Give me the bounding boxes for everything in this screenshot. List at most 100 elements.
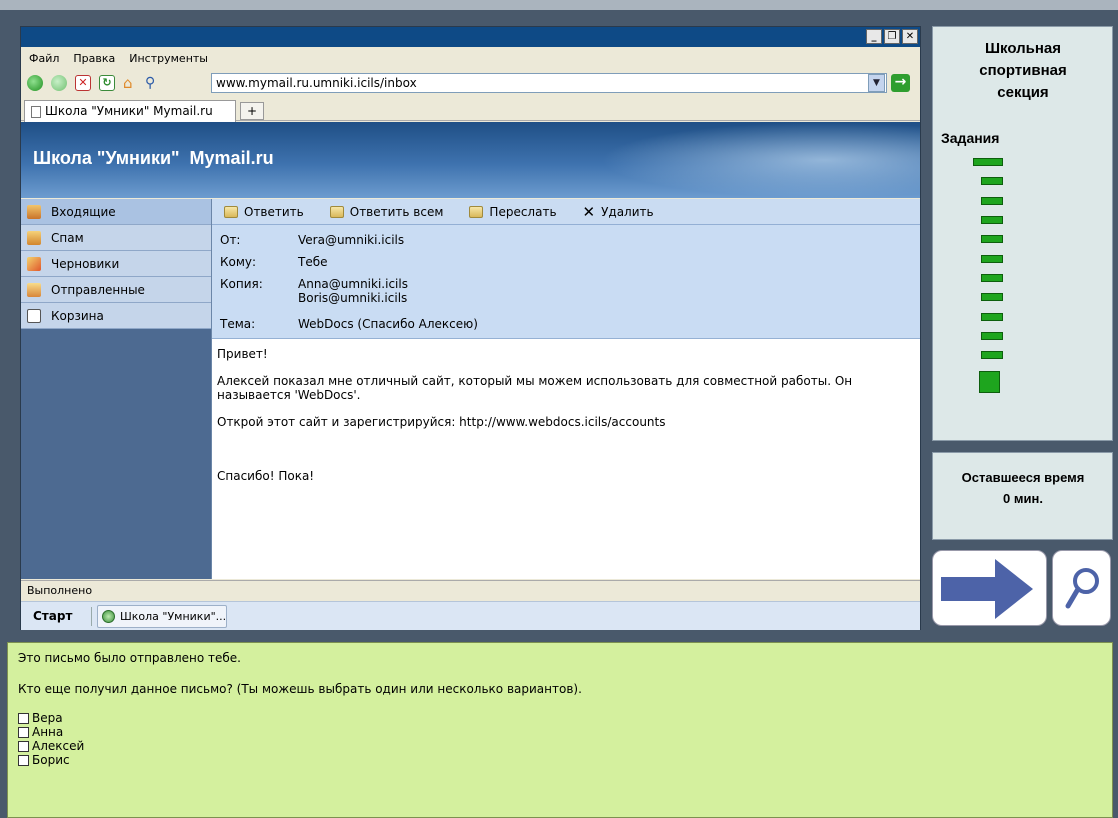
taskbar: Старт Школа "Умники"...	[21, 601, 920, 630]
drafts-icon	[27, 256, 41, 271]
task-indicator[interactable]	[973, 158, 1003, 166]
from-label: От:	[220, 233, 241, 247]
taskbar-divider	[91, 607, 92, 626]
banner-decoration	[600, 122, 920, 198]
checkbox[interactable]	[18, 712, 29, 724]
task-indicator[interactable]	[981, 235, 1003, 243]
folder-label: Отправленные	[51, 282, 145, 297]
sent-icon	[27, 282, 41, 297]
menu-edit[interactable]: Правка	[73, 52, 115, 65]
task-indicator[interactable]	[981, 313, 1003, 321]
option-vera[interactable]: Вера	[18, 711, 1102, 725]
back-icon[interactable]	[27, 75, 43, 91]
option-aleksey[interactable]: Алексей	[18, 739, 1102, 753]
start-button[interactable]: Старт	[33, 609, 72, 623]
reply-all-label: Ответить всем	[349, 204, 444, 219]
folder-trash[interactable]: Корзина	[21, 303, 211, 329]
magnifier-button[interactable]	[1052, 550, 1111, 626]
forward-icon	[469, 205, 484, 218]
task-indicator[interactable]	[981, 351, 1003, 359]
folder-spam[interactable]: Спам	[21, 225, 211, 251]
refresh-icon[interactable]: ↻	[99, 75, 115, 91]
restore-button[interactable]: ❐	[884, 29, 900, 44]
browser-window: _ ❐ ✕ Файл Правка Инструменты ✕ ↻ ⌂ ⚲ ww…	[20, 26, 921, 630]
section-title-line3: секция	[997, 84, 1049, 101]
tab-label: Школа "Умники" Mymail.ru	[45, 104, 213, 118]
mail-banner: Школа "Умники" Mymail.ru	[21, 122, 920, 198]
menu-file[interactable]: Файл	[29, 52, 59, 65]
tab-strip: Школа "Умники" Mymail.ru +	[21, 97, 920, 122]
delete-icon: ✕	[582, 202, 596, 221]
time-value: 0 мин.	[1003, 491, 1043, 506]
go-button[interactable]: →	[891, 74, 910, 92]
next-button[interactable]	[932, 550, 1047, 626]
magnifier-icon	[1065, 568, 1099, 609]
address-dropdown-icon[interactable]: ▼	[868, 74, 885, 92]
option-label: Вера	[32, 711, 63, 725]
body-closing: Спасибо! Пока!	[217, 469, 315, 483]
tasks-label: Задания	[941, 130, 1000, 146]
task-indicator[interactable]	[981, 332, 1003, 340]
checkbox[interactable]	[18, 726, 29, 738]
banner-title: Школа "Умники" Mymail.ru	[33, 148, 274, 168]
status-bar: Выполнено	[21, 580, 920, 600]
checkbox[interactable]	[18, 754, 29, 766]
reply-icon	[224, 205, 238, 218]
checkbox[interactable]	[18, 740, 29, 752]
stop-icon[interactable]: ✕	[75, 75, 91, 91]
option-boris[interactable]: Борис	[18, 753, 1102, 767]
forward-button[interactable]: Переслать	[469, 205, 557, 219]
folder-sent[interactable]: Отправленные	[21, 277, 211, 303]
search-icon[interactable]: ⚲	[145, 75, 161, 91]
folder-label: Входящие	[51, 204, 116, 219]
folder-label: Черновики	[51, 256, 120, 271]
taskbar-label: Школа "Умники"...	[120, 610, 227, 623]
address-bar[interactable]: www.mymail.ru.umniki.icils/inbox	[211, 73, 887, 93]
body-greeting: Привет!	[217, 347, 268, 361]
browser-icon	[102, 610, 115, 623]
cc-value-1: Anna@umniki.icils	[298, 277, 408, 291]
section-title-line1: Школьная	[984, 40, 1062, 57]
forward-icon[interactable]	[51, 75, 67, 91]
task-indicator[interactable]	[981, 255, 1003, 263]
spam-icon	[27, 230, 41, 245]
answer-options: Вера Анна Алексей Борис	[18, 711, 1102, 767]
question-text: Кто еще получил данное письмо? (Ты можеш…	[18, 682, 582, 696]
reply-button[interactable]: Ответить	[224, 205, 304, 219]
option-anna[interactable]: Анна	[18, 725, 1102, 739]
tab-mymail[interactable]: Школа "Умники" Mymail.ru	[24, 100, 236, 122]
question-context: Это письмо было отправлено тебе.	[18, 651, 241, 665]
close-button[interactable]: ✕	[902, 29, 918, 44]
subject-value: WebDocs (Спасибо Алексею)	[298, 317, 478, 331]
inbox-icon	[27, 204, 41, 219]
task-indicator[interactable]	[981, 293, 1003, 301]
folder-label: Корзина	[51, 308, 104, 323]
time-label: Оставшееся время	[961, 470, 1085, 485]
cc-value-2: Boris@umniki.icils	[298, 291, 408, 305]
home-icon[interactable]: ⌂	[123, 75, 139, 91]
time-panel: Оставшееся время 0 мин.	[932, 452, 1113, 540]
menu-tools[interactable]: Инструменты	[129, 52, 208, 65]
task-indicator[interactable]	[981, 216, 1003, 224]
delete-button[interactable]: ✕ Удалить	[583, 203, 654, 221]
new-tab-button[interactable]: +	[240, 102, 264, 120]
option-label: Анна	[32, 725, 64, 739]
minimize-button[interactable]: _	[866, 29, 882, 44]
folder-label: Спам	[51, 230, 84, 245]
task-indicator[interactable]	[981, 274, 1003, 282]
current-task-indicator[interactable]	[979, 371, 1000, 393]
question-panel: Это письмо было отправлено тебе. Кто еще…	[7, 642, 1113, 818]
reply-all-button[interactable]: Ответить всем	[329, 204, 444, 219]
task-indicator[interactable]	[981, 197, 1003, 205]
folder-sidebar: Входящие Спам Черновики Отправленные Кор…	[21, 199, 211, 579]
section-title-line2: спортивная	[979, 62, 1067, 79]
top-strip	[0, 0, 1118, 10]
folder-drafts[interactable]: Черновики	[21, 251, 211, 277]
folder-inbox[interactable]: Входящие	[21, 199, 211, 225]
subject-label: Тема:	[220, 317, 256, 331]
taskbar-browser-button[interactable]: Школа "Умники"...	[97, 605, 227, 628]
menu-bar: Файл Правка Инструменты	[21, 47, 920, 69]
to-value: Тебе	[298, 255, 328, 269]
task-indicator[interactable]	[981, 177, 1003, 185]
window-controls: _ ❐ ✕	[866, 29, 918, 44]
